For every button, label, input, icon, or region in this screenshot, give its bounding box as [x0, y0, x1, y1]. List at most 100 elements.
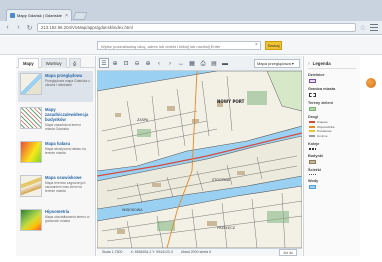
legend-section: Koleje: [308, 142, 356, 150]
map-area[interactable]: ☰ ⊕ ⊡ ⊖ ⊕ ‹ › ↔ ▦ ⎙ ▤ ▬ Mapa przeglądowa…: [97, 56, 302, 256]
crs-readout: Układ 2000 strefa 6: [180, 250, 212, 254]
close-tab-icon[interactable]: ×: [65, 13, 68, 19]
map-item-title: Mapa hałasu: [45, 141, 71, 146]
road-swatch: [309, 134, 315, 137]
legend-section: Dzielnice: [308, 73, 356, 83]
map-label: NOWY PORT: [217, 99, 245, 104]
map-thumbnail: [20, 141, 42, 163]
zoom-in-icon[interactable]: ⊕: [110, 58, 120, 68]
map-label: STOCZNIA: [212, 178, 231, 182]
search-button[interactable]: Szukaj: [265, 41, 282, 50]
legend-section-title: Dzielnice: [308, 73, 325, 77]
map-item-title: Mapy zasadnicza/ewidencja budynków: [45, 107, 89, 122]
legend-row-label: Krajowe: [317, 120, 328, 125]
legend-section-title: Tereny zieleni: [308, 101, 333, 105]
browser-tab[interactable]: Mapy Gdańsk | Gdańskie Informacje ×: [6, 9, 72, 21]
tab-maps[interactable]: Mapy: [18, 58, 39, 68]
app-logo: [366, 78, 376, 88]
search-row: Wpisz poszukiwaną ulicę, adres lub obiek…: [0, 36, 382, 88]
legend-section: Wody: [308, 179, 356, 189]
legend-section-title: Granica miasta: [308, 87, 336, 91]
legend-row-label: Powiatowe: [317, 129, 332, 134]
left-panel-tabs: Mapy Warstwy ⎙: [16, 56, 95, 68]
map-item-base[interactable]: Mapy zasadnicza/ewidencja budynków Mapa …: [18, 105, 93, 136]
scale-icon[interactable]: ▬: [220, 58, 230, 68]
clear-search-icon[interactable]: ×: [255, 42, 258, 48]
scale-readout: Skala 1:7500: [102, 250, 123, 254]
map-item-desc: Mapa ukształtowania terenu w granicach m…: [45, 215, 90, 223]
road-swatch: [309, 130, 315, 133]
legend-panel: › Legenda Dzielnice Granica miasta Teren…: [303, 56, 360, 256]
print-map-icon[interactable]: ⎙: [198, 58, 208, 68]
legend-section: Drogi Krajowe Wojewódzkie Powiatowe Gmin…: [308, 115, 356, 138]
map-list: Mapa przeglądowa Przeglądowa mapa Gdańsk…: [16, 68, 95, 244]
bookmark-star-icon[interactable]: ☆: [360, 24, 366, 32]
map-label: WIDOKOWA: [122, 208, 143, 212]
browser-menu-icon[interactable]: [370, 24, 378, 31]
road-swatch: [309, 121, 315, 124]
pan-tool-icon[interactable]: ☰: [99, 58, 109, 68]
district-symbol: [309, 79, 316, 83]
map-thumbnail: [20, 73, 42, 95]
reload-icon[interactable]: ↻: [26, 24, 33, 32]
map-toolbar: ☰ ⊕ ⊡ ⊖ ⊕ ‹ › ↔ ▦ ⎙ ▤ ▬ Mapa przeglądowa…: [97, 56, 302, 71]
map-thumbnail: [20, 209, 42, 231]
zoom-extent-icon[interactable]: ⊕: [143, 58, 153, 68]
next-view-icon[interactable]: ›: [165, 58, 175, 68]
zoom-out-icon[interactable]: ⊖: [132, 58, 142, 68]
water-symbol: [309, 185, 316, 189]
forward-icon[interactable]: ›: [15, 24, 22, 31]
basemap-select[interactable]: Mapa przeglądowa ▾: [254, 58, 300, 68]
coordinates-readout: X: 6554654.2 Y: 5944123.3: [130, 250, 173, 254]
zoom-box-icon[interactable]: ⊡: [121, 58, 131, 68]
legend-title: Legenda: [312, 61, 331, 66]
browser-tab-bar: Mapy Gdańsk | Gdańskie Informacje ×: [0, 0, 382, 21]
tab-print[interactable]: ⎙: [68, 58, 81, 68]
goto-button[interactable]: Idź do: [279, 249, 297, 256]
legend-section: Budynki: [308, 154, 356, 164]
search-input[interactable]: Wpisz poszukiwaną ulicę, adres lub obiek…: [97, 41, 261, 50]
green-area-symbol: [309, 107, 316, 111]
map-label: ZASPA: [137, 118, 149, 122]
new-tab-button[interactable]: [72, 12, 88, 20]
map-canvas[interactable]: NOWY PORT ZASPA STOCZNIA PRZEŁĘCZ WIDOKO…: [97, 71, 302, 248]
collapse-arrow-icon[interactable]: ›: [308, 61, 310, 67]
map-item-hypsometry[interactable]: Hipsometria Mapa ukształtowania terenu w…: [18, 207, 93, 238]
tab-title: Mapy Gdańsk | Gdańskie Informacje: [17, 13, 63, 18]
map-item-title: Mapa osuwiskowe: [45, 175, 82, 180]
legend-row-label: Gminne: [317, 133, 328, 138]
status-bar: Skala 1:7500 X: 6554654.2 Y: 5944123.3 U…: [97, 248, 302, 256]
tab-layers[interactable]: Warstwy: [40, 58, 67, 68]
legend-section: Granica miasta: [308, 87, 356, 97]
legend-header[interactable]: › Legenda: [308, 59, 356, 69]
legend-section-title: Budynki: [308, 154, 323, 158]
road-swatch: [309, 125, 315, 128]
measure-icon[interactable]: ↔: [176, 58, 186, 68]
legend-section-title: Koleje: [308, 142, 320, 146]
map-item-noise[interactable]: Mapa hałasu Mapa akustyczna hałasu na te…: [18, 139, 93, 170]
previous-view-icon[interactable]: ‹: [154, 58, 164, 68]
map-item-desc: Mapa terenów zagrożonych osuwaniem mas z…: [45, 181, 86, 193]
legend-section: Ścieżki: [308, 168, 356, 175]
map-item-desc: Mapa zasadnicza terenu miasta Gdańska: [45, 123, 81, 131]
browser-window: Mapy Gdańsk | Gdańskie Informacje × ‹ › …: [0, 0, 382, 262]
favicon-icon: [10, 13, 15, 18]
identify-icon[interactable]: ▦: [187, 58, 197, 68]
map-item-overview[interactable]: Mapa przeglądowa Przeglądowa mapa Gdańsk…: [18, 71, 93, 102]
legend-row: Gminne: [309, 134, 356, 139]
left-panel: Mapy Warstwy ⎙ Mapa przeglądowa Przegląd…: [16, 56, 96, 256]
layers-icon[interactable]: ▤: [209, 58, 219, 68]
map-item-title: Mapa przeglądowa: [45, 73, 83, 78]
address-bar: ‹ › ↻ 213.192.96.204/VivMap/apps/gdansk/…: [0, 21, 382, 35]
url-field[interactable]: 213.192.96.204/VivMap/apps/gdansk/index.…: [37, 23, 356, 32]
legend-section-title: Ścieżki: [308, 168, 321, 172]
city-boundary-symbol: [309, 93, 316, 97]
print-icon: ⎙: [72, 61, 77, 66]
legend-row-label: Wojewódzkie: [317, 124, 335, 129]
map-item-desc: Przeglądowa mapa Gdańska z ulicami i obi…: [45, 79, 90, 87]
back-icon[interactable]: ‹: [4, 24, 11, 31]
map-thumbnail: [20, 107, 42, 129]
map-item-landslide[interactable]: Mapa osuwiskowe Mapa terenów zagrożonych…: [18, 173, 93, 204]
map-label: PRZEŁĘCZ: [217, 226, 236, 230]
legend-section: Tereny zieleni: [308, 101, 356, 111]
